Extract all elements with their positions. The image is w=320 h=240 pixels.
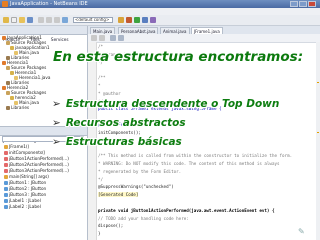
error-stripe-mark[interactable] (317, 132, 319, 133)
code-line[interactable]: * WARNING: Do NOT modify this code. The … (98, 161, 280, 166)
navigator-filter-select[interactable] (2, 136, 84, 142)
navigator-item[interactable]: jButton1ActionPerformed(...) (4, 156, 69, 161)
code-line[interactable]: // TODO add your handling code here: (98, 216, 189, 221)
config-select[interactable]: <default config> (73, 17, 113, 23)
editor-tab[interactable]: PersonaAbst.java (118, 27, 159, 34)
field-icon (4, 181, 8, 185)
new-project-icon[interactable] (3, 17, 9, 23)
main-toolbar: <default config> (0, 15, 320, 26)
method-icon (4, 169, 8, 173)
field-icon (4, 199, 8, 203)
code-line[interactable]: } (98, 231, 101, 236)
clean-build-icon[interactable] (126, 17, 132, 23)
new-file-icon[interactable] (11, 17, 17, 23)
code-line[interactable]: public JFrame1() { (98, 122, 143, 127)
code-line[interactable]: /* (98, 44, 103, 49)
code-line[interactable]: private void jButton1ActionPerformed(jav… (98, 208, 274, 213)
navigator-item[interactable]: jLabel1 : JLabel (4, 198, 41, 203)
method-icon (4, 151, 8, 155)
debug-icon[interactable] (142, 17, 148, 23)
projects-panel-tabs: Projects Files Services (0, 26, 87, 44)
open-project-icon[interactable] (19, 17, 25, 23)
editor-tab[interactable]: Main.java (90, 27, 116, 34)
code-line[interactable]: * (98, 83, 101, 88)
cut-icon[interactable] (38, 17, 44, 23)
editor-scrollbar[interactable] (316, 42, 320, 240)
code-line[interactable]: public class JFrame1 extends javax.swing… (98, 106, 222, 111)
forward-icon[interactable] (118, 35, 124, 41)
navigator-item[interactable]: main(String[] args) (4, 174, 49, 179)
build-icon[interactable] (118, 17, 124, 23)
profile-icon[interactable] (150, 17, 156, 23)
window-title: JavaApplication - NetBeans IDE (10, 1, 88, 7)
field-icon (4, 187, 8, 191)
paste-icon[interactable] (54, 17, 60, 23)
code-editor: Main.java PersonaAbst.java Animal.java J… (88, 26, 320, 240)
netbeans-app-icon (2, 1, 8, 7)
code-line[interactable]: [Generated Code] (98, 192, 139, 198)
code-line[interactable]: * JFrame1.java (98, 52, 133, 57)
maximize-button[interactable] (299, 1, 307, 7)
code-line[interactable]: */ (98, 99, 103, 104)
navigator-item[interactable]: jButton3ActionPerformed(...) (4, 168, 69, 173)
constructor-icon (4, 145, 8, 149)
code-line[interactable]: dispose(); (98, 223, 123, 228)
editor-tab-active[interactable]: JFrame1.java (191, 27, 223, 34)
error-stripe-mark[interactable] (317, 82, 319, 83)
navigator-item[interactable]: jLabel2 : JLabel (4, 204, 41, 209)
line-gutter (88, 42, 97, 240)
navigator-item[interactable]: initComponents() (4, 150, 45, 155)
title-bar: JavaApplication - NetBeans IDE (0, 0, 320, 8)
navigator-item[interactable]: jButton2ActionPerformed(...) (4, 162, 69, 167)
copy-icon[interactable] (46, 17, 52, 23)
editor-toolbar (88, 34, 320, 43)
code-line[interactable]: initComponents(); (98, 130, 141, 135)
method-icon (4, 157, 8, 161)
tree-node[interactable]: Libraries (6, 105, 29, 110)
field-icon (4, 193, 8, 197)
run-icon[interactable] (134, 17, 140, 23)
navigator-header: JFrame1 - Navigator (0, 126, 87, 143)
code-line[interactable]: } (98, 138, 101, 143)
code-line[interactable]: */ (98, 177, 103, 182)
navigator-item[interactable]: jButton2 : JButton (4, 186, 46, 191)
back-icon[interactable] (110, 35, 116, 41)
tab-services[interactable]: Services (48, 37, 72, 42)
code-line[interactable]: /** (98, 75, 106, 80)
minimize-button[interactable] (290, 1, 298, 7)
design-view-icon[interactable] (99, 35, 105, 41)
save-all-icon[interactable] (27, 17, 33, 23)
projects-panel: Projects Files Services JavaApplication1… (0, 26, 88, 240)
navigator-item[interactable]: jButton1 : JButton (4, 180, 46, 185)
navigator-item[interactable]: JFrame1() (4, 144, 29, 149)
close-button[interactable] (308, 1, 316, 7)
code-line[interactable]: */ (98, 60, 103, 65)
field-icon (4, 205, 8, 209)
libraries-icon (6, 106, 10, 110)
method-icon (4, 163, 8, 167)
ide-window: JavaApplication - NetBeans IDE File Edit… (0, 0, 320, 240)
undo-icon[interactable] (62, 17, 68, 23)
source-view-icon[interactable] (91, 35, 97, 41)
code-line[interactable]: @SuppressWarnings("unchecked") (98, 184, 174, 189)
navigator-item[interactable]: jButton3 : JButton (4, 192, 46, 197)
method-icon (4, 175, 8, 179)
code-line[interactable]: * @author (98, 91, 121, 96)
code-line[interactable]: * regenerated by the Form Editor. (98, 169, 181, 174)
editor-tab[interactable]: Animal.java (160, 27, 190, 34)
code-line[interactable]: /** This method is called from within th… (98, 153, 292, 158)
